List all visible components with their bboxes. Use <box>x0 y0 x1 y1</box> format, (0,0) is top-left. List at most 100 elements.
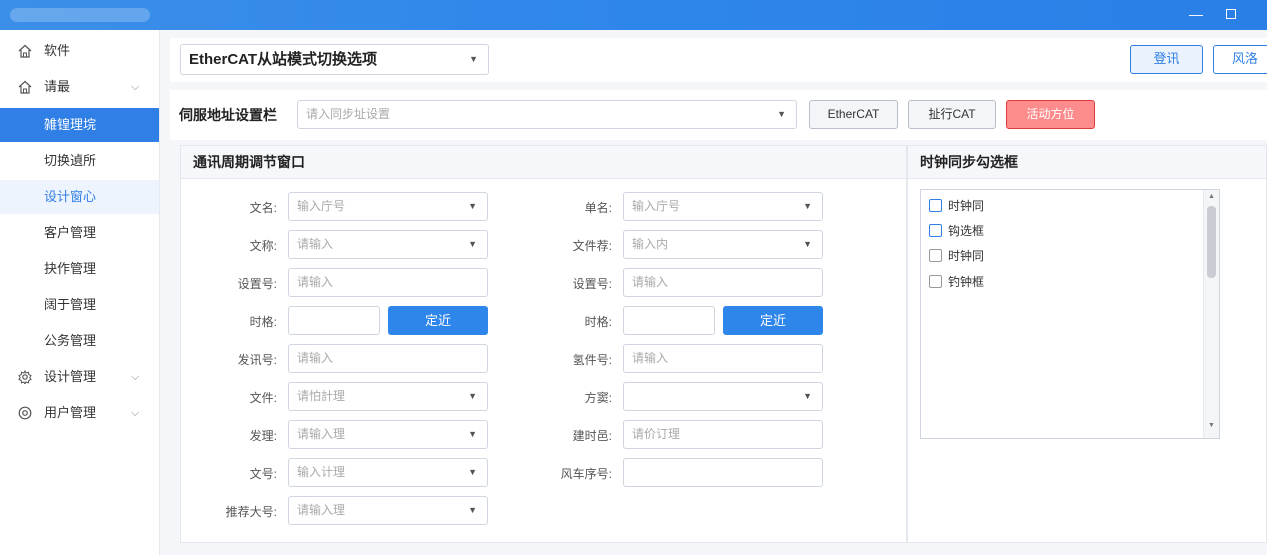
text-field[interactable]: 请输入 <box>623 344 823 373</box>
field-label: 氢件号: <box>572 353 612 367</box>
sidebar-item-label: 雑锽理垸 <box>44 117 97 132</box>
sidebar-item-label: 软件 <box>44 43 71 58</box>
checkbox-icon[interactable] <box>929 224 942 238</box>
sync-checkbox-item[interactable]: 时钟同 <box>929 247 984 265</box>
field-label: 单名: <box>584 201 612 215</box>
checkbox-label: 钩选框 <box>948 224 985 238</box>
mode-select-value: EtherCAT从站模式切换选项 <box>189 51 378 68</box>
field-placeholder: 请输入 <box>297 351 334 365</box>
sidebar-item-customer[interactable]: 客户管理 <box>0 216 159 250</box>
field-placeholder: 请输入 <box>297 275 334 289</box>
sidebar-item-operation[interactable]: 抉作管理 <box>0 252 159 286</box>
sidebar: 软件 请最 ⌵ 雑锽理垸 切换遉所 设计窗心 客户管理 抉作管理 阔于管理 公务… <box>0 30 160 555</box>
gear-icon <box>18 370 32 384</box>
scroll-down-icon[interactable]: ▼ <box>1208 422 1215 429</box>
sync-checkbox-item[interactable]: 时钟同 <box>929 197 984 215</box>
checkbox-icon[interactable] <box>929 199 942 213</box>
ethercat-button[interactable]: EtherCAT <box>809 100 898 129</box>
text-field[interactable]: 请输入 <box>623 268 823 297</box>
address-placeholder: 请入同步址设置 <box>306 107 391 121</box>
chevron-down-icon: ▼ <box>468 467 477 477</box>
select-field[interactable]: 输入庁号 ▼ <box>623 192 823 221</box>
text-field[interactable] <box>623 306 715 335</box>
field-label: 文号: <box>249 467 277 481</box>
select-field[interactable]: 输入计理 ▼ <box>288 458 488 487</box>
select-field[interactable]: 请输入 ▼ <box>288 230 488 259</box>
field-placeholder: 请输入 <box>297 237 334 251</box>
field-placeholder: 输入内 <box>632 237 669 251</box>
sync-checkbox-item[interactable]: 钩选框 <box>929 222 984 240</box>
sidebar-item-label: 客户管理 <box>44 225 97 240</box>
sidebar-item-label: 阔于管理 <box>44 297 97 312</box>
sidebar-item-label: 切换遉所 <box>44 153 97 168</box>
checkbox-icon[interactable] <box>929 249 942 263</box>
active-position-button[interactable]: 活动方位 <box>1006 100 1095 129</box>
scroll-up-icon[interactable]: ▲ <box>1208 193 1215 200</box>
chevron-down-icon[interactable]: ⌵ <box>131 360 139 394</box>
select-field[interactable]: ▼ <box>623 382 823 411</box>
sidebar-item-label: 请最 <box>44 79 71 94</box>
checkbox-label: 钓钟框 <box>948 275 985 289</box>
field-label: 时格: <box>584 315 612 329</box>
chevron-down-icon: ▼ <box>468 239 477 249</box>
chevron-down-icon[interactable]: ⌵ <box>131 396 139 430</box>
mode-select[interactable]: EtherCAT从站模式切换选项 ▼ <box>180 44 489 75</box>
sidebar-item-label: 设计管理 <box>44 369 97 384</box>
panel-title: 通讯周期调节窗口 <box>181 146 906 179</box>
chevron-down-icon: ▼ <box>777 109 786 119</box>
scroll-thumb[interactable] <box>1207 206 1216 278</box>
scrollbar[interactable]: ▲ ▼ <box>1203 190 1219 438</box>
minimize-icon[interactable]: — <box>1185 4 1207 24</box>
select-field[interactable]: 输入内 ▼ <box>623 230 823 259</box>
field-placeholder: 请价订理 <box>632 427 681 441</box>
panel-title: 时钟同步勾选框 <box>908 146 1266 179</box>
sidebar-item-design-manage[interactable]: 设计管理 ⌵ <box>0 360 159 394</box>
sidebar-item-affairs[interactable]: 公务管理 <box>0 324 159 358</box>
sidebar-item-label: 用户管理 <box>44 405 97 420</box>
sidebar-item-group[interactable]: 请最 ⌵ <box>0 70 159 104</box>
sidebar-item-label: 设计窗心 <box>44 189 97 204</box>
field-label: 设置号: <box>572 277 612 291</box>
field-label: 文件: <box>249 391 277 405</box>
sidebar-item-user-manage[interactable]: 用户管理 ⌵ <box>0 396 159 430</box>
sidebar-item-software[interactable]: 软件 <box>0 34 159 68</box>
field-placeholder: 请怕計理 <box>297 389 346 403</box>
sync-checkbox-item[interactable]: 钓钟框 <box>929 273 984 291</box>
maximize-icon[interactable] <box>1220 4 1242 24</box>
title-bar: — <box>0 0 1267 30</box>
field-label: 时格: <box>249 315 277 329</box>
select-field[interactable]: 请输入理 ▼ <box>288 496 488 525</box>
field-label: 文称: <box>249 239 277 253</box>
field-placeholder: 输入庁号 <box>632 199 681 213</box>
sidebar-item-active[interactable]: 雑锽理垸 <box>0 108 159 142</box>
run-cat-button[interactable]: 扯行CAT <box>908 100 996 129</box>
text-field[interactable] <box>288 306 380 335</box>
checkbox-label: 时钟同 <box>948 199 985 213</box>
sidebar-item-about[interactable]: 阔于管理 <box>0 288 159 322</box>
sidebar-item-design-center[interactable]: 设计窗心 <box>0 180 159 214</box>
field-label: 推荐大号: <box>225 505 277 519</box>
field-placeholder: 请输入 <box>632 351 669 365</box>
text-field[interactable]: 请输入 <box>288 268 488 297</box>
chevron-down-icon: ▼ <box>468 429 477 439</box>
field-placeholder: 请输入理 <box>297 503 346 517</box>
chevron-down-icon[interactable]: ⌵ <box>131 70 139 104</box>
address-select[interactable]: 请入同步址设置 ▼ <box>297 100 797 129</box>
checkbox-icon[interactable] <box>929 275 942 289</box>
field-label: 文件荐: <box>572 239 612 253</box>
address-label: 伺服地址设置栏 <box>179 107 277 123</box>
locate-button[interactable]: 定近 <box>388 306 488 335</box>
field-label: 方窦: <box>584 391 612 405</box>
select-field[interactable]: 请输入理 ▼ <box>288 420 488 449</box>
select-field[interactable]: 请怕計理 ▼ <box>288 382 488 411</box>
style-button[interactable]: 风洛 <box>1213 45 1267 74</box>
text-field[interactable] <box>623 458 823 487</box>
sidebar-item-switch[interactable]: 切换遉所 <box>0 144 159 178</box>
text-field[interactable]: 请输入 <box>288 344 488 373</box>
select-field[interactable]: 输入庁号 ▼ <box>288 192 488 221</box>
field-placeholder: 输入庁号 <box>297 199 346 213</box>
locate-button[interactable]: 定近 <box>723 306 823 335</box>
chevron-down-icon: ▼ <box>468 391 477 401</box>
login-button[interactable]: 登讯 <box>1130 45 1203 74</box>
text-field[interactable]: 请价订理 <box>623 420 823 449</box>
